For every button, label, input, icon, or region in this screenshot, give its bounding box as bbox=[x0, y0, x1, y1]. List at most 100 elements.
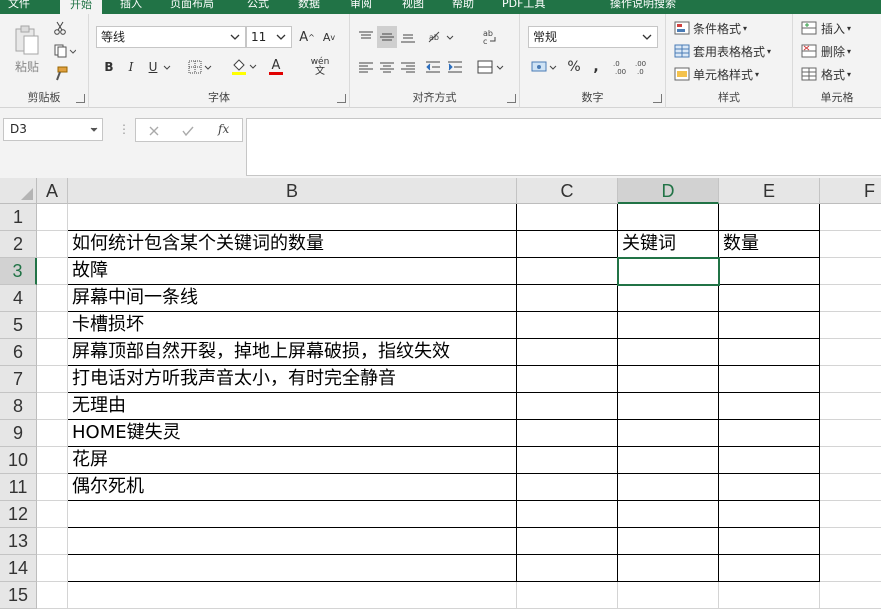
cell-b3[interactable]: 故障 bbox=[68, 258, 517, 285]
cell-d9[interactable] bbox=[618, 420, 719, 447]
cell-c15[interactable] bbox=[517, 582, 618, 609]
phonetic-guide-button[interactable]: wén 文 bbox=[303, 56, 337, 78]
copy-button[interactable] bbox=[50, 41, 80, 61]
tab-insert[interactable]: 插入 bbox=[120, 0, 142, 14]
cell-styles-button[interactable]: 单元格样式 ▾ bbox=[674, 64, 790, 84]
cell-b2[interactable]: 如何统计包含某个关键词的数量 bbox=[68, 231, 517, 258]
cell-e2[interactable]: 数量 bbox=[719, 231, 820, 258]
insert-cells-button[interactable]: 插入 ▾ bbox=[801, 18, 877, 38]
format-painter-button[interactable] bbox=[50, 64, 70, 84]
cell-a8[interactable] bbox=[37, 393, 68, 420]
cell-e9[interactable] bbox=[719, 420, 820, 447]
cell-b5[interactable]: 卡槽损坏 bbox=[68, 312, 517, 339]
column-header-e[interactable]: E bbox=[719, 178, 820, 204]
row-header-2[interactable]: 2 bbox=[0, 231, 37, 258]
cell-a9[interactable] bbox=[37, 420, 68, 447]
underline-button[interactable]: U bbox=[143, 56, 163, 78]
column-header-f[interactable]: F bbox=[820, 178, 881, 204]
row-header-14[interactable]: 14 bbox=[0, 555, 37, 582]
cell-a10[interactable] bbox=[37, 447, 68, 474]
cell-f15[interactable] bbox=[820, 582, 881, 609]
cell-f4[interactable] bbox=[820, 285, 881, 312]
cell-a7[interactable] bbox=[37, 366, 68, 393]
bold-button[interactable]: B bbox=[99, 56, 119, 78]
align-center-button[interactable] bbox=[377, 56, 397, 78]
format-as-table-button[interactable]: 套用表格格式 ▾ bbox=[674, 41, 790, 61]
align-right-button[interactable] bbox=[398, 56, 418, 78]
cell-c4[interactable] bbox=[517, 285, 618, 312]
increase-indent-button[interactable] bbox=[445, 56, 465, 78]
cell-a1[interactable] bbox=[37, 204, 68, 231]
merge-center-button[interactable] bbox=[474, 56, 508, 78]
align-middle-button[interactable] bbox=[377, 26, 397, 48]
cell-a4[interactable] bbox=[37, 285, 68, 312]
align-top-button[interactable] bbox=[356, 26, 376, 48]
column-header-c[interactable]: C bbox=[517, 178, 618, 204]
row-header-4[interactable]: 4 bbox=[0, 285, 37, 312]
cell-a13[interactable] bbox=[37, 528, 68, 555]
cell-d13[interactable] bbox=[618, 528, 719, 555]
cell-b13[interactable] bbox=[68, 528, 517, 555]
cell-a11[interactable] bbox=[37, 474, 68, 501]
cell-b14[interactable] bbox=[68, 555, 517, 582]
cell-b15[interactable] bbox=[68, 582, 517, 609]
orientation-button[interactable]: ab bbox=[424, 26, 458, 48]
cell-a14[interactable] bbox=[37, 555, 68, 582]
cell-d14[interactable] bbox=[618, 555, 719, 582]
cell-e1[interactable] bbox=[719, 204, 820, 231]
cell-d8[interactable] bbox=[618, 393, 719, 420]
cell-d12[interactable] bbox=[618, 501, 719, 528]
cell-f5[interactable] bbox=[820, 312, 881, 339]
align-left-button[interactable] bbox=[356, 56, 376, 78]
row-header-8[interactable]: 8 bbox=[0, 393, 37, 420]
cell-c6[interactable] bbox=[517, 339, 618, 366]
cell-a12[interactable] bbox=[37, 501, 68, 528]
cell-a5[interactable] bbox=[37, 312, 68, 339]
cell-e12[interactable] bbox=[719, 501, 820, 528]
font-color-button[interactable]: A bbox=[261, 56, 291, 78]
cell-f13[interactable] bbox=[820, 528, 881, 555]
increase-decimal-button[interactable]: .0.00 bbox=[612, 56, 632, 78]
tab-home[interactable]: 开始 bbox=[60, 0, 102, 14]
cell-f11[interactable] bbox=[820, 474, 881, 501]
row-header-11[interactable]: 11 bbox=[0, 474, 37, 501]
cell-e4[interactable] bbox=[719, 285, 820, 312]
fill-color-button[interactable] bbox=[229, 56, 259, 78]
row-header-1[interactable]: 1 bbox=[0, 204, 37, 231]
select-all-button[interactable] bbox=[0, 178, 37, 204]
cell-c3[interactable] bbox=[517, 258, 618, 285]
cell-d3[interactable] bbox=[617, 257, 720, 286]
cell-e15[interactable] bbox=[719, 582, 820, 609]
tab-review[interactable]: 审阅 bbox=[350, 0, 372, 14]
percent-style-button[interactable]: % bbox=[564, 56, 584, 78]
cell-c7[interactable] bbox=[517, 366, 618, 393]
alignment-dialog-launcher-icon[interactable] bbox=[507, 94, 516, 103]
cell-c5[interactable] bbox=[517, 312, 618, 339]
row-header-13[interactable]: 13 bbox=[0, 528, 37, 555]
cell-f9[interactable] bbox=[820, 420, 881, 447]
row-header-15[interactable]: 15 bbox=[0, 582, 37, 609]
cell-c12[interactable] bbox=[517, 501, 618, 528]
cell-c14[interactable] bbox=[517, 555, 618, 582]
cell-e6[interactable] bbox=[719, 339, 820, 366]
conditional-formatting-button[interactable]: 条件格式 ▾ bbox=[674, 18, 790, 38]
grow-font-button[interactable]: A ^ bbox=[297, 26, 317, 48]
cell-f3[interactable] bbox=[820, 258, 881, 285]
enter-check-icon[interactable] bbox=[182, 125, 194, 137]
cell-c9[interactable] bbox=[517, 420, 618, 447]
cell-b10[interactable]: 花屏 bbox=[68, 447, 517, 474]
cell-c13[interactable] bbox=[517, 528, 618, 555]
cell-d1[interactable] bbox=[618, 204, 719, 231]
cell-b12[interactable] bbox=[68, 501, 517, 528]
row-header-7[interactable]: 7 bbox=[0, 366, 37, 393]
name-box[interactable]: D3 bbox=[3, 118, 103, 141]
cell-e10[interactable] bbox=[719, 447, 820, 474]
shrink-font-button[interactable]: Av bbox=[319, 26, 339, 48]
tab-pdf-tools[interactable]: PDF工具 bbox=[502, 0, 545, 14]
row-header-10[interactable]: 10 bbox=[0, 447, 37, 474]
row-header-5[interactable]: 5 bbox=[0, 312, 37, 339]
cell-d10[interactable] bbox=[618, 447, 719, 474]
wrap-text-button[interactable]: ab c bbox=[478, 24, 502, 50]
decrease-indent-button[interactable] bbox=[423, 56, 443, 78]
tab-formulas[interactable]: 公式 bbox=[247, 0, 269, 14]
